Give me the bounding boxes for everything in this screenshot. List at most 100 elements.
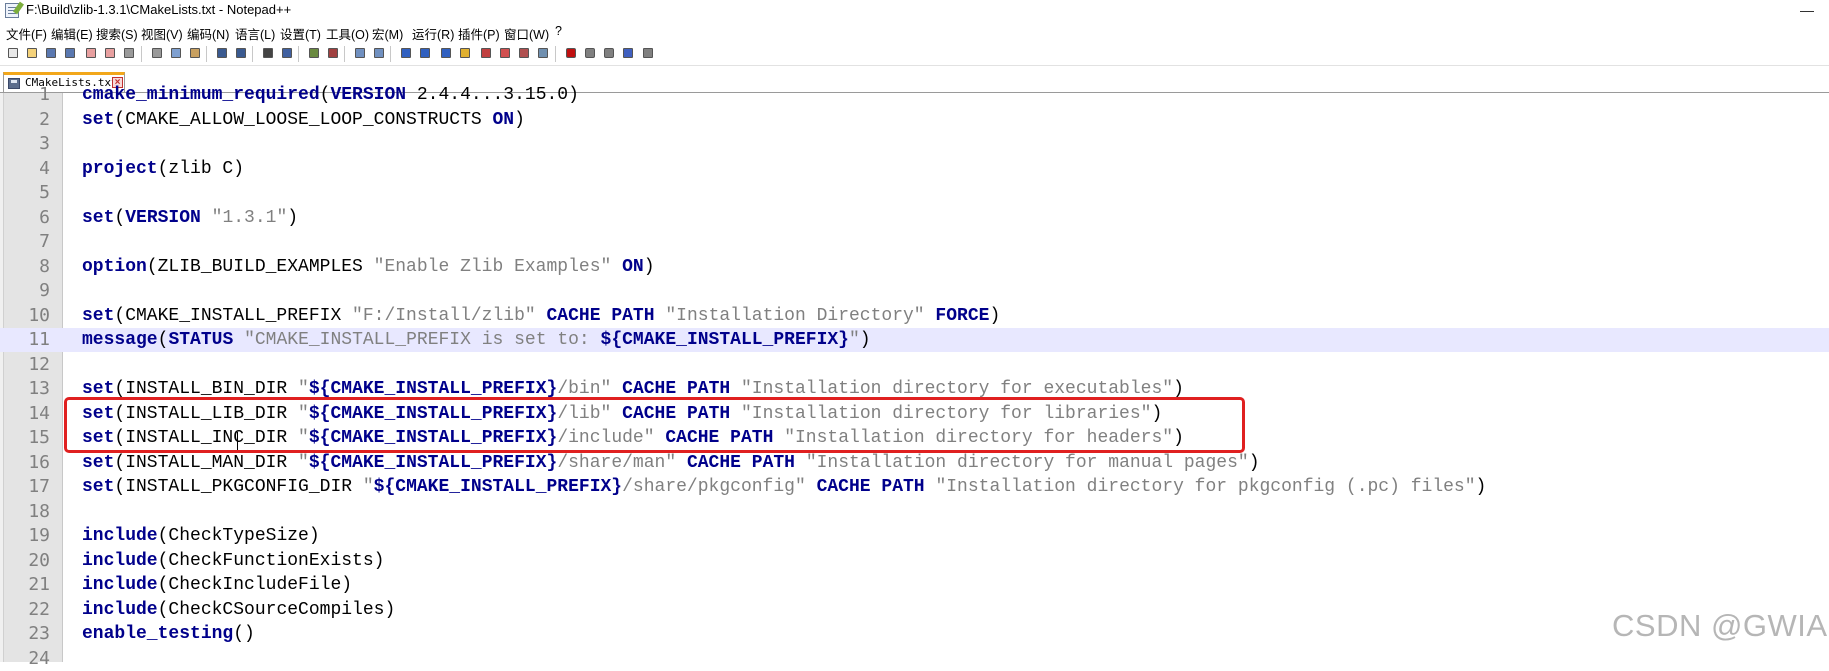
code-line[interactable]: 11 message(STATUS "CMAKE_INSTALL_PREFIX i…: [0, 328, 1829, 352]
line-number: 22: [28, 598, 50, 620]
code-line[interactable]: 1 cmake_minimum_required(VERSION 2.4.4...…: [0, 83, 1829, 107]
code-editor[interactable]: 1 cmake_minimum_required(VERSION 2.4.4...…: [0, 84, 1829, 669]
keyword-token: CACHE: [686, 452, 741, 473]
menu-item-11[interactable]: 窗口(W): [504, 24, 549, 43]
menu-item-0[interactable]: 文件(F): [6, 24, 47, 43]
annotation-highlight-box: [64, 397, 1245, 453]
new-file-icon[interactable]: [5, 45, 21, 61]
copy-glyph: [171, 48, 181, 58]
keyword-token: include: [82, 575, 158, 595]
minimize-button[interactable]: —: [1785, 0, 1829, 22]
code-line[interactable]: 21 include(CheckIncludeFile): [0, 573, 1829, 597]
code-line[interactable]: 12: [0, 353, 1829, 377]
code-line[interactable]: 17 set(INSTALL_PKGCONFIG_DIR "${CMAKE_INS…: [0, 475, 1829, 499]
replace-icon[interactable]: [279, 45, 295, 61]
menu-bar: 文件(F) 编辑(E) 搜索(S) 视图(V) 编码(N) 语言(L) 设置(T) 工具(O)…: [0, 22, 1829, 42]
save-icon[interactable]: [43, 45, 59, 61]
save-all-glyph: [65, 48, 75, 58]
run-macro-multiple-icon[interactable]: [620, 45, 636, 61]
menu-item-4[interactable]: 编码(N): [187, 24, 229, 43]
code-line[interactable]: 18: [0, 500, 1829, 524]
save-all-icon[interactable]: [62, 45, 78, 61]
redo-glyph: [236, 48, 246, 58]
code-line[interactable]: 6 set(VERSION "1.3.1"): [0, 206, 1829, 230]
zoom-in-icon[interactable]: [306, 45, 322, 61]
zoom-out-icon[interactable]: [325, 45, 341, 61]
redo-icon[interactable]: [233, 45, 249, 61]
plain-token: (zlib C): [157, 158, 245, 179]
code-line[interactable]: 2 set(CMAKE_ALLOW_LOOSE_LOOP_CONSTRUCTS O…: [0, 108, 1829, 132]
code-line[interactable]: 10 set(CMAKE_INSTALL_PREFIX "F:/Install/z…: [0, 304, 1829, 328]
code-line[interactable]: 20 include(CheckFunctionExists): [0, 549, 1829, 573]
code-line[interactable]: 7: [0, 230, 1829, 254]
toolbar-separator: [390, 46, 391, 62]
menu-item-5[interactable]: 语言(L): [235, 24, 275, 43]
menu-item-6[interactable]: 设置(T): [280, 24, 321, 43]
copy-icon[interactable]: [168, 45, 184, 61]
stop-record-icon[interactable]: [582, 45, 598, 61]
toolbar-separator: [298, 46, 299, 62]
menu-item-10[interactable]: 插件(P): [458, 24, 500, 43]
sync-vertical-icon[interactable]: [352, 45, 368, 61]
code-line[interactable]: 23 enable_testing(): [0, 622, 1829, 646]
string-token: "Enable Zlib Examples": [373, 256, 612, 277]
line-number: 21: [28, 574, 50, 595]
menu-item-3[interactable]: 视图(V): [141, 24, 183, 43]
menu-item-7[interactable]: 工具(O): [326, 24, 369, 43]
keyword-token: PATH: [686, 379, 731, 399]
close-icon[interactable]: [83, 45, 99, 61]
document-map-icon[interactable]: [478, 45, 494, 61]
record-macro-icon[interactable]: [563, 45, 579, 61]
line-number: 2: [39, 108, 50, 130]
menu-item-8[interactable]: 宏(M): [372, 24, 403, 43]
watermark: CSDN @GWIA: [1612, 608, 1828, 643]
show-all-characters-icon[interactable]: [417, 45, 433, 61]
print-icon[interactable]: [121, 45, 137, 61]
code-text: set(CMAKE_ALLOW_LOOSE_LOOP_CONSTRUCTS ON…: [82, 108, 525, 132]
save-glyph: [46, 48, 56, 58]
code-line[interactable]: 3: [0, 132, 1829, 156]
code-line[interactable]: 9: [0, 279, 1829, 303]
menu-item-1[interactable]: 编辑(E): [51, 24, 93, 43]
language-icon[interactable]: [457, 45, 473, 61]
menu-item-9[interactable]: 运行(R): [412, 24, 454, 43]
indent-guide-icon[interactable]: [438, 45, 454, 61]
line-number: 10: [28, 304, 50, 326]
menu-item-2[interactable]: 搜索(S): [96, 24, 138, 43]
monitoring-icon[interactable]: [535, 45, 551, 61]
line-number: 15: [28, 427, 50, 448]
close-all-icon[interactable]: [102, 45, 118, 61]
word-wrap-icon[interactable]: [398, 45, 414, 61]
code-line[interactable]: 16 set(INSTALL_MAN_DIR "${CMAKE_INSTALL_P…: [0, 451, 1829, 475]
save-macro-glyph: [643, 48, 653, 58]
code-line[interactable]: 22 include(CheckCSourceCompiles): [0, 598, 1829, 622]
code-line[interactable]: 24: [0, 647, 1829, 671]
code-line[interactable]: 8 option(ZLIB_BUILD_EXAMPLES "Enable Zlib…: [0, 255, 1829, 279]
code-line[interactable]: 19 include(CheckTypeSize): [0, 524, 1829, 548]
menu-item-12[interactable]: ?: [555, 24, 562, 38]
line-number: 20: [28, 549, 50, 571]
open-file-glyph: [27, 48, 37, 58]
open-file-icon[interactable]: [24, 45, 40, 61]
keyword-token: project: [82, 158, 158, 179]
folder-workspace-icon[interactable]: [516, 45, 532, 61]
code-line[interactable]: 5: [0, 181, 1829, 205]
run-macro-multiple-glyph: [623, 48, 633, 58]
play-macro-icon[interactable]: [601, 45, 617, 61]
undo-icon[interactable]: [214, 45, 230, 61]
cut-icon[interactable]: [149, 45, 165, 61]
undo-glyph: [217, 48, 227, 58]
plain-token: ): [1248, 452, 1260, 473]
find-icon[interactable]: [260, 45, 276, 61]
sync-horizontal-icon[interactable]: [371, 45, 387, 61]
paste-icon[interactable]: [187, 45, 203, 61]
function-list-icon[interactable]: [497, 45, 513, 61]
code-line[interactable]: 4 project(zlib C): [0, 157, 1829, 181]
save-macro-icon[interactable]: [640, 45, 656, 61]
plain-token: ): [859, 330, 871, 350]
code-text: message(STATUS "CMAKE_INSTALL_PREFIX is …: [82, 328, 871, 352]
